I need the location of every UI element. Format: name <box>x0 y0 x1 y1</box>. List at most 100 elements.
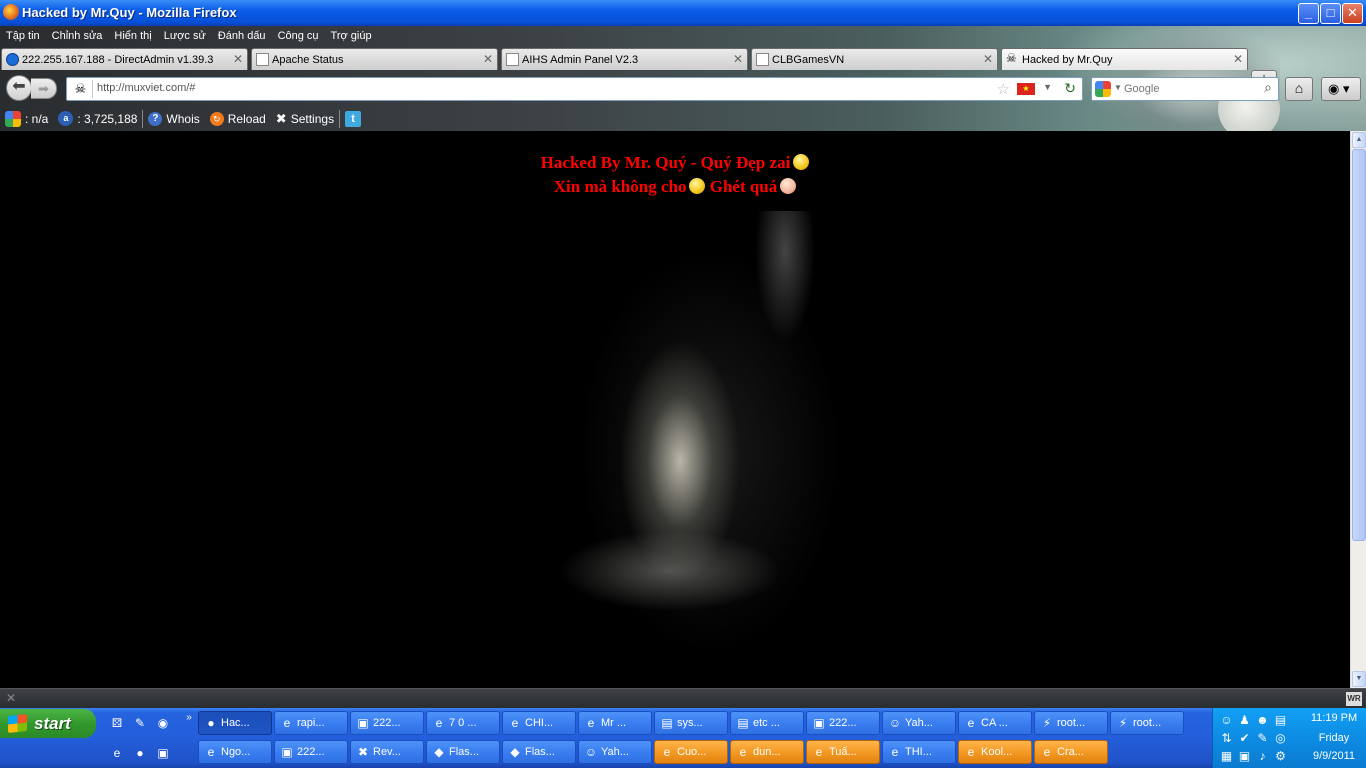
taskbar-item[interactable]: ✖ Rev... <box>350 740 424 764</box>
reload-icon[interactable]: ↻ <box>1064 80 1076 97</box>
site-identity-icon[interactable]: ☠ <box>69 80 93 98</box>
taskbar-item[interactable]: e CA ... <box>958 711 1032 735</box>
back-button[interactable]: ⬅ <box>6 75 32 101</box>
taskbar-item-flashing[interactable]: e Kool... <box>958 740 1032 764</box>
alexa-item[interactable]: a : 3,725,188 <box>53 108 142 130</box>
monitor-tray-icon[interactable]: ▣ <box>1237 749 1252 764</box>
clock-time[interactable]: 11:19 PM <box>1301 712 1366 724</box>
tab-aihs-admin[interactable]: AIHS Admin Panel V2.3 ✕ <box>501 48 748 70</box>
tab-close-icon[interactable]: ✕ <box>1233 52 1243 66</box>
twitter-button[interactable]: t <box>340 108 366 130</box>
taskbar-item[interactable]: ◆ Flas... <box>502 740 576 764</box>
minimize-button[interactable]: _ <box>1298 3 1319 24</box>
taskbar-item-flashing[interactable]: e dun... <box>730 740 804 764</box>
tab-directadmin[interactable]: 222.255.167.188 - DirectAdmin v1.39.3 ✕ <box>1 48 248 70</box>
search-box[interactable]: ▼ ⌕ <box>1091 77 1279 101</box>
pen-tray-icon[interactable]: ✎ <box>1255 731 1270 746</box>
taskbar-item[interactable]: ⚡ root... <box>1034 711 1108 735</box>
tab-close-icon[interactable]: ✕ <box>983 52 993 66</box>
maximize-button[interactable]: □ <box>1320 3 1341 24</box>
pagerank-item[interactable]: : n/a <box>0 108 53 130</box>
menu-help[interactable]: Trợ giúp <box>325 26 378 46</box>
scroll-up-icon[interactable]: ▲ <box>1352 132 1366 148</box>
quicklaunch-desktop-icon[interactable]: ▣ <box>154 744 172 762</box>
close-button[interactable]: ✕ <box>1342 3 1363 24</box>
vertical-scrollbar[interactable]: ▲ ▼ <box>1350 131 1366 688</box>
quicklaunch-ie-icon[interactable]: e <box>108 744 126 762</box>
taskbar-item[interactable]: ☺ Yah... <box>578 740 652 764</box>
arrows-tray-icon[interactable]: ⇅ <box>1219 731 1234 746</box>
taskbar-item[interactable]: e Ngo... <box>198 740 272 764</box>
taskbar-item[interactable]: e7 0 ... <box>426 711 500 735</box>
network-icon: ▣ <box>357 716 369 730</box>
app-icon: ▤ <box>661 716 673 730</box>
reload-button[interactable]: ↻ Reload <box>205 108 271 130</box>
forward-button[interactable]: ➡ <box>31 78 57 99</box>
taskbar-item[interactable]: ▤ etc ... <box>730 711 804 735</box>
ie-icon: e <box>967 716 975 730</box>
shield-tray-icon[interactable]: ✔ <box>1237 731 1252 746</box>
network-tray-icon[interactable]: ◎ <box>1273 731 1288 746</box>
tab-clbgamesvn[interactable]: CLBGamesVN ✕ <box>751 48 998 70</box>
url-dropdown-icon[interactable]: ▼ <box>1043 82 1052 92</box>
url-bar[interactable]: ☠ http://muxviet.com/# ☆ ★ ▼ ↻ <box>66 77 1083 101</box>
quicklaunch-more-icon[interactable]: » <box>180 709 198 727</box>
screenshot-button[interactable]: ◉ ▾ <box>1321 77 1361 101</box>
taskbar-item[interactable]: e THI... <box>882 740 956 764</box>
menu-tools[interactable]: Công cụ <box>272 26 325 46</box>
users-tray-icon[interactable]: ♟ <box>1237 713 1252 728</box>
menu-edit[interactable]: Chỉnh sửa <box>46 26 109 46</box>
google-icon[interactable] <box>1095 81 1111 97</box>
window-titlebar[interactable]: Hacked by Mr.Quy - Mozilla Firefox _ □ ✕ <box>0 0 1366 26</box>
taskbar-item[interactable]: e Mr ... <box>578 711 652 735</box>
quicklaunch-firefox-icon[interactable]: ● <box>131 744 149 762</box>
taskbar-item-flashing[interactable]: e Cra... <box>1034 740 1108 764</box>
quicklaunch-dice-icon[interactable]: ⚄ <box>108 714 126 732</box>
taskbar-item-flashing[interactable]: e Cuo... <box>654 740 728 764</box>
taskbar-item[interactable]: ▣ 222... <box>274 740 348 764</box>
taskbar-item[interactable]: ● Hac... <box>198 711 272 735</box>
smiley-tray-icon[interactable]: ☻ <box>1255 713 1270 728</box>
home-button[interactable]: ⌂ <box>1285 77 1313 101</box>
taskbar-item-flashing[interactable]: e Tuấ... <box>806 740 880 764</box>
search-icon[interactable]: ⌕ <box>1264 79 1272 96</box>
volume-icon[interactable]: ♪ <box>1255 749 1270 764</box>
menu-history[interactable]: Lược sử <box>158 26 212 46</box>
bookmark-star-icon[interactable]: ☆ <box>997 80 1010 98</box>
menu-file[interactable]: Tập tin <box>0 26 46 46</box>
taskbar-item[interactable]: ▣ 222... <box>350 711 424 735</box>
tab-hacked-active[interactable]: ☠ Hacked by Mr.Quy ✕ <box>1001 48 1248 70</box>
whois-button[interactable]: ? Whois <box>143 108 204 130</box>
search-input[interactable] <box>1124 81 1254 97</box>
taskbar-item[interactable]: e CHI... <box>502 711 576 735</box>
alexa-icon: a <box>58 111 74 126</box>
url-text[interactable]: http://muxviet.com/# <box>97 82 195 94</box>
search-engine-dropdown-icon[interactable]: ▼ <box>1114 83 1122 92</box>
scroll-down-icon[interactable]: ▼ <box>1352 671 1366 687</box>
taskbar-item[interactable]: ⚡ root... <box>1110 711 1184 735</box>
misc-tray-icon[interactable]: ⚙ <box>1273 749 1288 764</box>
tongue-smiley-icon <box>793 154 810 170</box>
taskbar-item[interactable]: ▤ sys... <box>654 711 728 735</box>
settings-button[interactable]: ✖ Settings <box>271 108 339 130</box>
tab-close-icon[interactable]: ✕ <box>733 52 743 66</box>
taskbar-item[interactable]: e rapi... <box>274 711 348 735</box>
tab-apache-status[interactable]: Apache Status ✕ <box>251 48 498 70</box>
taskbar-item[interactable]: ☺ Yah... <box>882 711 956 735</box>
quicklaunch-chrome-icon[interactable]: ◉ <box>154 714 172 732</box>
tab-close-icon[interactable]: ✕ <box>483 52 493 66</box>
close-addon-bar-icon[interactable]: ✕ <box>6 691 16 705</box>
ie-icon: e <box>663 745 671 759</box>
wr-icon[interactable]: WR <box>1346 692 1362 706</box>
menu-bookmarks[interactable]: Đánh dấu <box>212 26 272 46</box>
tab-close-icon[interactable]: ✕ <box>233 52 243 66</box>
taskbar-item[interactable]: ▣ 222... <box>806 711 880 735</box>
yahoo-tray-icon[interactable]: ☺ <box>1219 713 1234 728</box>
start-button[interactable]: start <box>0 709 96 738</box>
doc-tray-icon[interactable]: ▤ <box>1273 713 1288 728</box>
scroll-thumb[interactable] <box>1352 149 1366 541</box>
quicklaunch-paint-icon[interactable]: ✎ <box>131 714 149 732</box>
taskbar-item[interactable]: ◆ Flas... <box>426 740 500 764</box>
menu-view[interactable]: Hiển thị <box>108 26 157 46</box>
device-tray-icon[interactable]: ▦ <box>1219 749 1234 764</box>
